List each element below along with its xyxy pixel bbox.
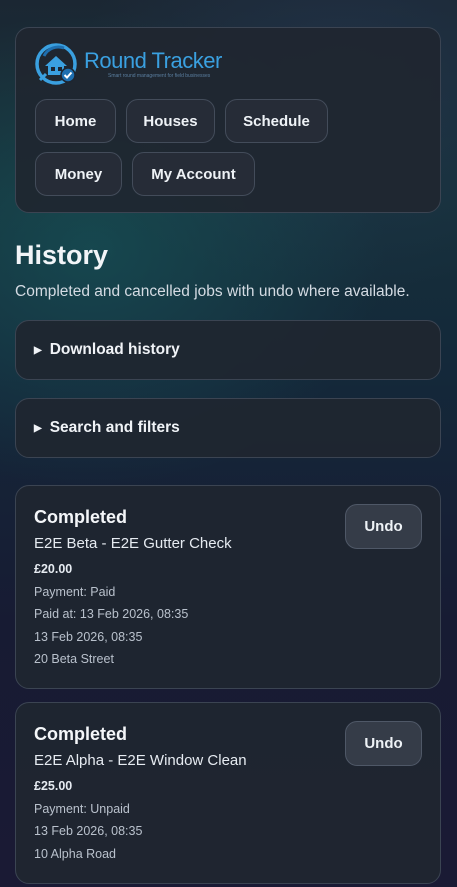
nav-houses-button[interactable]: Houses [126,99,215,143]
job-card: Completed E2E Beta - E2E Gutter Check £2… [15,485,441,689]
brand-tagline: Smart round management for field busines… [108,72,211,79]
undo-button[interactable]: Undo [345,504,422,549]
search-filters-label: Search and filters [49,419,180,436]
nav-home-button[interactable]: Home [35,99,116,143]
page-title: History [15,240,109,270]
job-price: £20.00 [34,562,73,576]
job-date: 13 Feb 2026, 08:35 [34,824,143,838]
nav-schedule-button[interactable]: Schedule [225,99,328,143]
undo-button[interactable]: Undo [345,721,422,766]
job-card: Completed E2E Alpha - E2E Window Clean £… [15,702,441,884]
job-price: £25.00 [34,779,73,793]
brand-name: Round Tracker [84,47,222,73]
job-address: 10 Alpha Road [34,846,117,861]
round-tracker-logo-icon [35,43,77,85]
page-subtitle: Completed and cancelled jobs with undo w… [15,283,410,300]
main-nav: Home Houses Schedule Money My Account [35,99,422,196]
nav-my-account-button[interactable]: My Account [132,152,255,196]
job-payment-status: Payment: Paid [34,584,116,599]
disclosure-triangle-icon: ▶ [34,344,42,356]
download-history-label: Download history [49,341,180,358]
app-header: Round Tracker Smart round management for… [15,27,441,213]
search-filters-disclosure[interactable]: ▶ Search and filters [15,398,441,458]
job-address: 20 Beta Street [34,652,114,666]
job-payment-status: Payment: Unpaid [34,801,130,816]
nav-money-button[interactable]: Money [35,152,122,196]
disclosure-triangle-icon: ▶ [34,422,42,434]
job-date: 13 Feb 2026, 08:35 [34,629,143,644]
download-history-disclosure[interactable]: ▶ Download history [15,320,441,380]
brand-logo[interactable]: Round Tracker Smart round management for… [34,42,422,86]
job-paid-at: Paid at: 13 Feb 2026, 08:35 [34,607,189,621]
